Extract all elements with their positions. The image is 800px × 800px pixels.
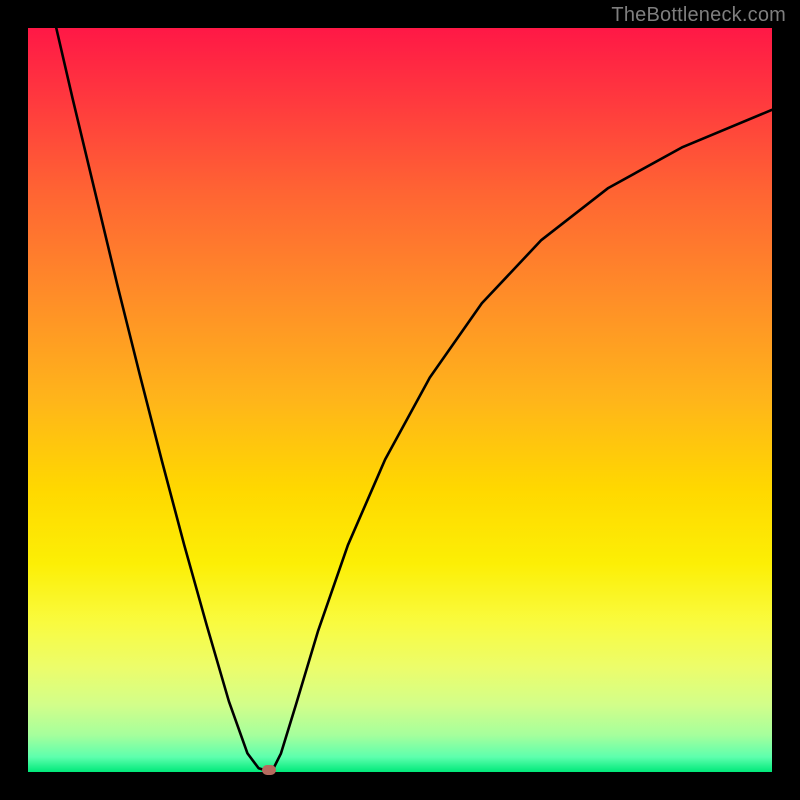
curve-svg bbox=[28, 28, 772, 772]
watermark-text: TheBottleneck.com bbox=[611, 4, 786, 27]
minimum-marker bbox=[262, 765, 276, 775]
plot-area bbox=[28, 28, 772, 772]
chart-frame: TheBottleneck.com bbox=[0, 0, 800, 800]
bottleneck-curve bbox=[56, 28, 772, 771]
